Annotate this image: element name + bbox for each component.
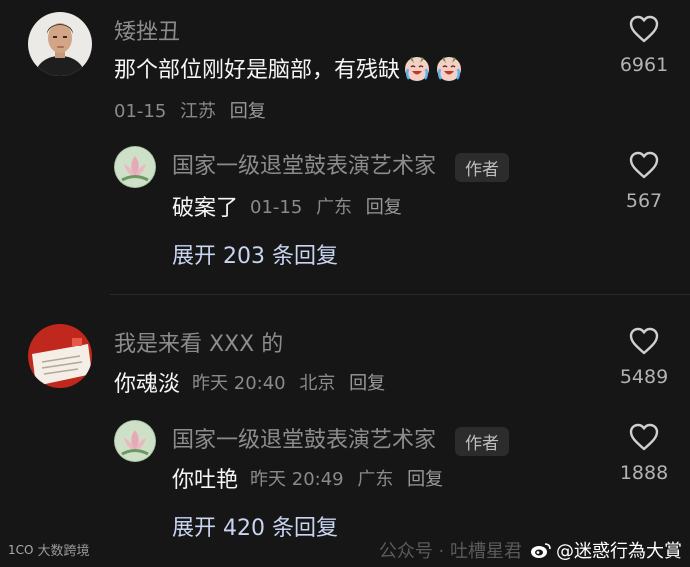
comment-date: 昨天 20:40 xyxy=(192,373,286,394)
reply-button[interactable]: 回复 xyxy=(349,373,385,394)
avatar[interactable] xyxy=(28,324,92,388)
like-count: 5489 xyxy=(619,366,669,388)
expand-replies-button[interactable]: 展开 420 条回复 xyxy=(172,510,338,542)
comment-text-row: 你魂淡 昨天 20:40 北京 回复 xyxy=(114,366,393,398)
like-count: 567 xyxy=(625,190,663,212)
reply-author-row: 国家一级退堂鼓表演艺术家 作者 xyxy=(172,422,510,456)
reply-date: 01-15 xyxy=(250,197,303,218)
reply-text: 你吐艳 xyxy=(172,468,239,493)
avatar[interactable] xyxy=(114,420,156,462)
comment-text-row: 那个部位刚好是脑部，有残缺 xyxy=(114,52,464,84)
watermark-text: 大数跨境 xyxy=(37,544,90,559)
reply-text-row: 破案了 01-15 广东 回复 xyxy=(172,190,410,222)
reply-meta: 昨天 20:49 广东 回复 xyxy=(250,465,451,491)
heart-icon xyxy=(629,151,659,179)
watermark-right: 公众号 · 吐槽星君 @迷惑行為大賞 xyxy=(379,537,682,563)
reply-text: 破案了 xyxy=(172,196,239,221)
reply-button[interactable]: 回复 xyxy=(407,469,443,490)
comment-meta: 昨天 20:40 北京 回复 xyxy=(192,369,393,395)
expand-replies-button[interactable]: 展开 203 条回复 xyxy=(172,238,338,270)
reply-author-name[interactable]: 国家一级退堂鼓表演艺术家 xyxy=(172,154,436,179)
reply-author-row: 国家一级退堂鼓表演艺术家 作者 xyxy=(172,148,510,182)
lotus-avatar-icon xyxy=(114,146,156,188)
watermark-left: 1CO 大数跨境 xyxy=(8,540,90,560)
user-photo-icon xyxy=(28,12,92,76)
reply-text-row: 你吐艳 昨天 20:49 广东 回复 xyxy=(172,462,451,494)
like-button[interactable]: 567 xyxy=(604,150,684,212)
reply-location: 广东 xyxy=(316,197,353,218)
comment-text: 那个部位刚好是脑部，有残缺 xyxy=(114,58,401,83)
crying-laughing-face-icon xyxy=(437,57,462,81)
reply-meta: 01-15 广东 回复 xyxy=(250,193,410,219)
reply-author-name[interactable]: 国家一级退堂鼓表演艺术家 xyxy=(172,428,436,453)
comment-location: 江苏 xyxy=(180,101,217,122)
author-badge: 作者 xyxy=(455,426,510,456)
comment-location: 北京 xyxy=(299,373,336,394)
comment-date: 01-15 xyxy=(114,101,167,122)
reply-location: 广东 xyxy=(357,469,394,490)
divider xyxy=(110,294,690,295)
red-document-avatar-icon xyxy=(28,324,92,388)
comment-author-name[interactable]: 我是来看 XXX 的 xyxy=(114,326,283,358)
like-button[interactable]: 5489 xyxy=(604,326,684,388)
avatar[interactable] xyxy=(28,12,92,76)
heart-icon xyxy=(629,423,659,451)
weibo-icon xyxy=(531,543,551,558)
heart-icon xyxy=(629,15,659,43)
reply-date: 昨天 20:49 xyxy=(250,469,344,490)
comment-text: 你魂淡 xyxy=(114,372,181,397)
reply-button[interactable]: 回复 xyxy=(366,197,402,218)
avatar[interactable] xyxy=(114,146,156,188)
like-count: 1888 xyxy=(619,462,669,484)
crying-laughing-face-icon xyxy=(405,57,430,81)
lotus-avatar-icon xyxy=(114,420,156,462)
like-count: 6961 xyxy=(619,54,669,76)
watermark-strong-text: @迷惑行為大賞 xyxy=(556,541,682,562)
heart-icon xyxy=(629,327,659,355)
watermark-faint-text: 公众号 · 吐槽星君 xyxy=(378,541,522,562)
like-button[interactable]: 1888 xyxy=(604,422,684,484)
watermark-strong: @迷惑行為大賞 xyxy=(530,537,682,563)
comment-meta: 01-15 江苏 回复 xyxy=(114,97,274,123)
like-button[interactable]: 6961 xyxy=(604,14,684,76)
reply-button[interactable]: 回复 xyxy=(230,101,266,122)
author-badge: 作者 xyxy=(455,152,510,182)
comment-author-name[interactable]: 矮挫丑 xyxy=(114,14,180,46)
watermark-logo: 1CO xyxy=(8,542,34,557)
